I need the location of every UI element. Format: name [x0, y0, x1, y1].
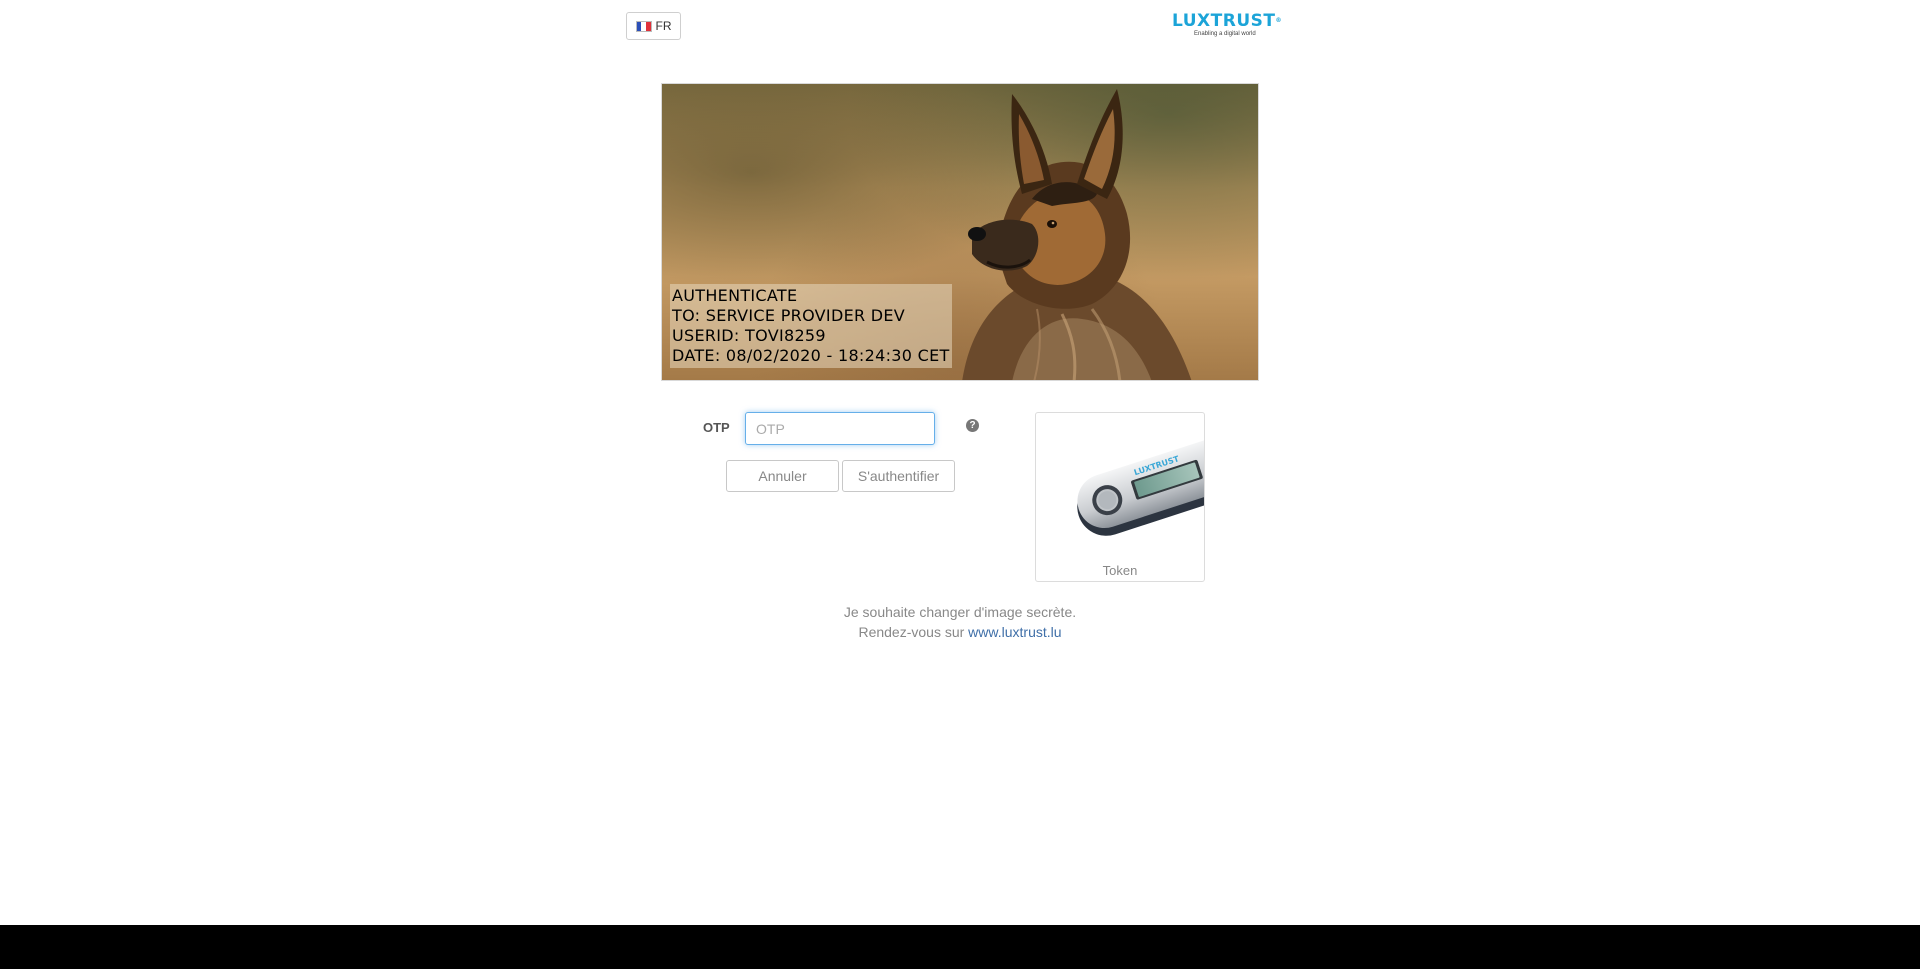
visit-text: Rendez-vous sur [858, 624, 965, 640]
auth-line-date: DATE: 08/02/2020 - 18:24:30 CET [672, 346, 950, 365]
change-image-text: Je souhaite changer d'image secrète. [843, 604, 1077, 620]
secret-image: AUTHENTICATE TO: SERVICE PROVIDER DEV US… [661, 83, 1259, 381]
france-flag-icon [635, 20, 652, 32]
token-device-icon: LUXTRUST [1077, 438, 1204, 536]
token-option[interactable]: LUXTRUST Token [1035, 412, 1205, 582]
auth-line-action: AUTHENTICATE [672, 286, 798, 305]
visit-line: Rendez-vous sur www.luxtrust.lu [760, 624, 1160, 640]
auth-line-userid: USERID: TOVI8259 [672, 326, 826, 345]
authenticate-button[interactable]: S'authentifier [842, 460, 955, 492]
language-label: FR [655, 19, 672, 33]
otp-label: OTP [703, 420, 730, 435]
help-icon[interactable]: ? [966, 419, 979, 432]
login-page: FR LUXTRUST® Enabling a digital world AU… [0, 0, 1920, 969]
luxtrust-logo: LUXTRUST® Enabling a digital world [1172, 12, 1294, 38]
otp-input[interactable] [745, 412, 935, 445]
token-label: Token [1102, 563, 1138, 578]
logo-brand: LUXTRUST® [1172, 11, 1282, 31]
cancel-button[interactable]: Annuler [726, 460, 839, 492]
luxtrust-link[interactable]: www.luxtrust.lu [968, 624, 1061, 640]
logo-tagline: Enabling a digital world [1194, 31, 1256, 37]
bottom-bar [0, 925, 1920, 969]
auth-line-provider: TO: SERVICE PROVIDER DEV [672, 306, 906, 325]
transaction-details: AUTHENTICATE TO: SERVICE PROVIDER DEV US… [670, 284, 952, 368]
language-selector[interactable]: FR [626, 12, 681, 40]
